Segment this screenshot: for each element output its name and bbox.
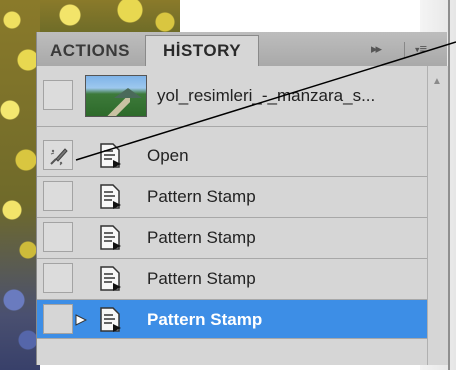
- history-scrollbar[interactable]: ▲: [427, 66, 448, 365]
- document-icon: [100, 184, 121, 209]
- scroll-up-icon[interactable]: ▲: [432, 76, 442, 87]
- snapshot-thumbnail: [85, 75, 147, 117]
- panel-menu-icon[interactable]: ▾≡: [415, 41, 427, 58]
- history-source-checkbox[interactable]: [43, 222, 73, 252]
- document-icon: [100, 266, 121, 291]
- right-panel-divider: [448, 0, 450, 370]
- collapse-panel-icon[interactable]: ▸▸: [371, 41, 382, 57]
- history-item-open[interactable]: Open: [37, 136, 427, 177]
- tabbar-divider: [404, 42, 405, 58]
- history-state-slider-icon[interactable]: [75, 314, 87, 326]
- history-item-label: Open: [147, 146, 189, 165]
- history-item-label: Pattern Stamp: [147, 269, 256, 288]
- background-photo-strip: [0, 0, 40, 370]
- tab-history[interactable]: HİSTORY: [145, 35, 259, 68]
- history-item-pattern-stamp[interactable]: Pattern Stamp: [37, 259, 427, 300]
- snapshot-row[interactable]: yol_resimleri_-_manzara_s...: [37, 66, 427, 127]
- history-item-pattern-stamp-selected[interactable]: Pattern Stamp: [37, 300, 427, 339]
- document-icon: [100, 307, 121, 332]
- history-panel: ACTIONS HİSTORY ▸▸ ▾≡ yol_resimleri_-_ma…: [36, 32, 448, 365]
- history-item-pattern-stamp[interactable]: Pattern Stamp: [37, 218, 427, 259]
- document-icon: [100, 143, 121, 168]
- history-item-label: Pattern Stamp: [147, 187, 256, 206]
- history-brush-icon: [50, 148, 68, 166]
- history-source-checkbox[interactable]: [43, 181, 73, 211]
- document-icon: [100, 225, 121, 250]
- panel-menu-glyph: ≡: [419, 41, 428, 56]
- snapshot-label: yol_resimleri_-_manzara_s...: [157, 86, 376, 105]
- history-source-checkbox[interactable]: [43, 304, 73, 334]
- snapshot-source-checkbox[interactable]: [43, 80, 73, 110]
- history-source-checkbox[interactable]: [43, 140, 73, 170]
- tab-actions[interactable]: ACTIONS: [41, 36, 139, 66]
- history-item-label: Pattern Stamp: [147, 310, 263, 329]
- history-item-label: Pattern Stamp: [147, 228, 256, 247]
- history-item-pattern-stamp[interactable]: Pattern Stamp: [37, 177, 427, 218]
- history-source-checkbox[interactable]: [43, 263, 73, 293]
- panel-tabbar: ACTIONS HİSTORY ▸▸ ▾≡: [37, 32, 447, 68]
